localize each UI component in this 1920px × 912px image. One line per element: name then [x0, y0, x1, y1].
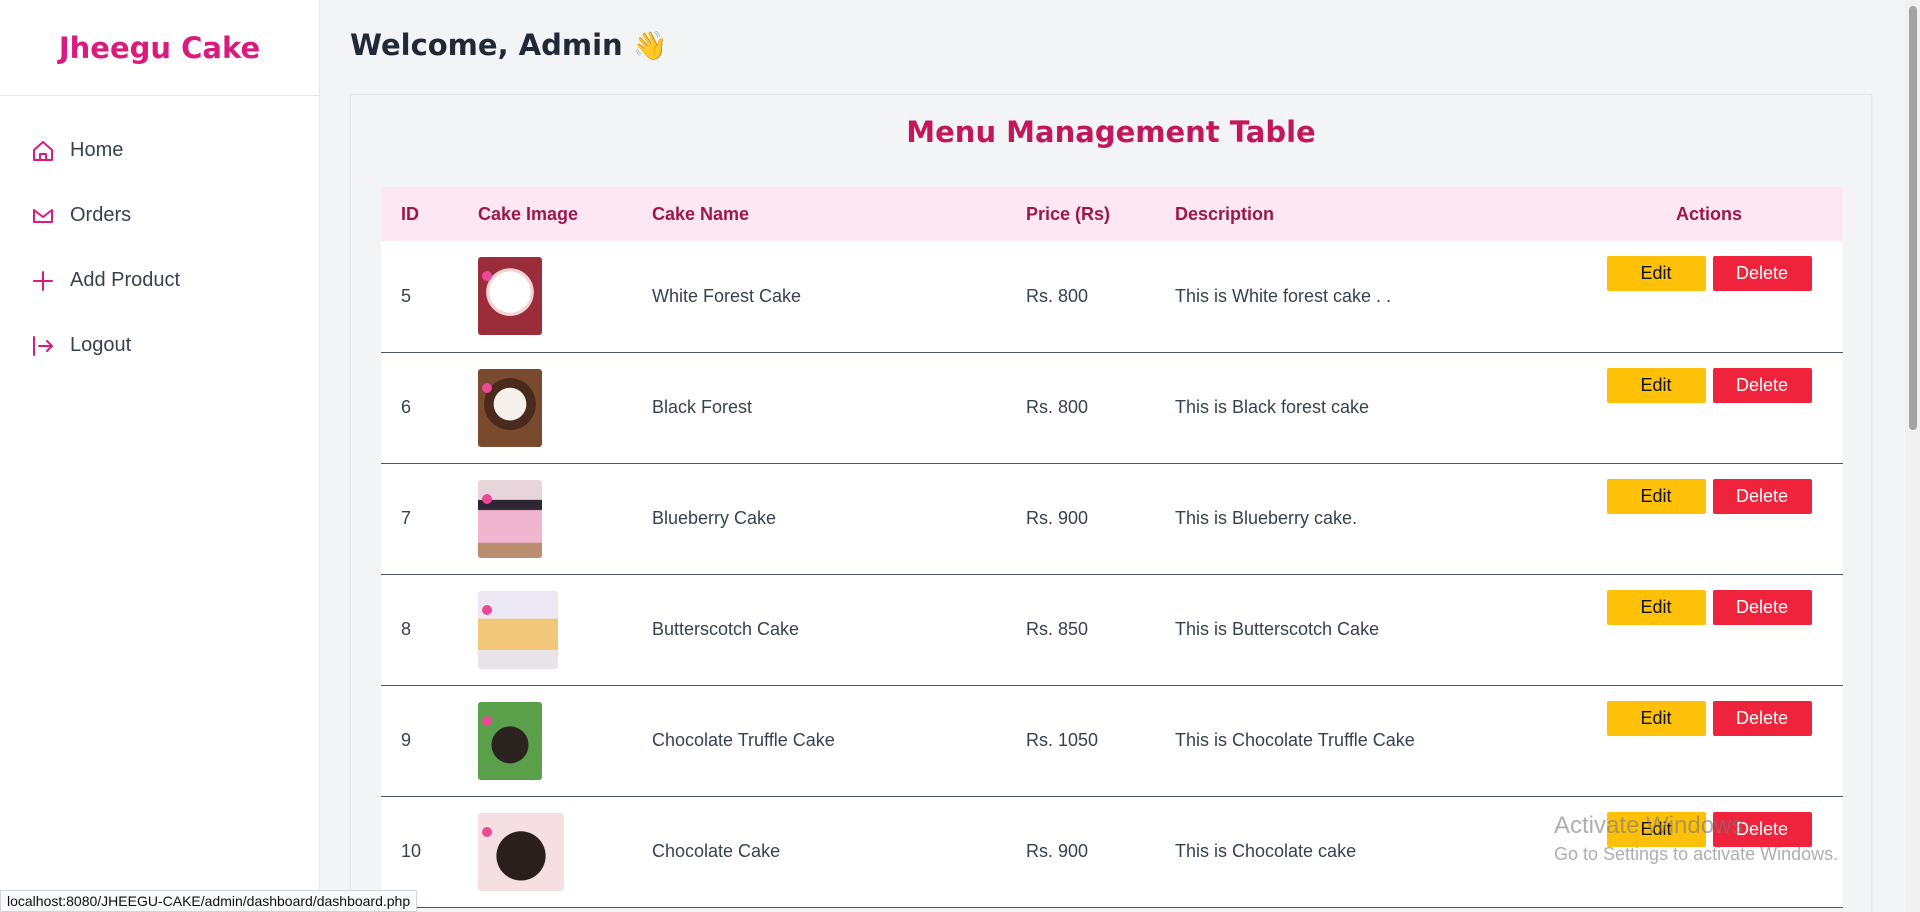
cell-id: 6	[401, 397, 412, 417]
table-header-row: ID Cake Image Cake Name Price (Rs) Descr…	[381, 187, 1843, 241]
orders-icon	[30, 203, 56, 229]
watermark-title: Activate Windows	[1554, 812, 1744, 839]
cell-description: This is White forest cake . .	[1175, 285, 1392, 306]
sidebar-item-label: Orders	[70, 204, 132, 226]
table-row: 5 White Forest Cake Rs. 800 This is Whit…	[381, 241, 1843, 352]
cell-name: White Forest Cake	[652, 285, 802, 306]
cell-description: This is Black forest cake	[1175, 397, 1370, 417]
cell-id: 9	[401, 730, 412, 750]
column-header-description: Description	[1175, 203, 1275, 224]
activate-windows-watermark: Activate Windows Go to Settings to activ…	[1554, 812, 1838, 865]
home-icon	[30, 138, 56, 164]
cell-price: Rs. 1050	[1026, 730, 1099, 750]
column-header-id: ID	[401, 203, 419, 224]
cell-id: 5	[401, 285, 412, 306]
edit-button[interactable]: Edit	[1606, 367, 1706, 403]
plus-icon	[30, 268, 56, 294]
vertical-scrollbar[interactable]	[1905, 0, 1920, 912]
cell-price: Rs. 850	[1026, 619, 1089, 639]
cake-image	[478, 368, 542, 447]
edit-button[interactable]: Edit	[1606, 256, 1706, 291]
table-row: 8 Butterscotch Cake Rs. 850 This is Butt…	[381, 574, 1843, 685]
cake-image	[478, 590, 558, 669]
delete-button[interactable]: Delete	[1712, 256, 1812, 291]
cell-description: This is Chocolate Truffle Cake	[1175, 730, 1415, 750]
sidebar-item-add-product[interactable]: Add Product	[0, 248, 319, 313]
welcome-text: Welcome, Admin	[350, 28, 623, 62]
edit-button[interactable]: Edit	[1606, 700, 1706, 736]
cake-image	[478, 812, 564, 891]
column-header-image: Cake Image	[478, 203, 579, 224]
scrollbar-thumb[interactable]	[1909, 6, 1917, 430]
edit-button[interactable]: Edit	[1606, 478, 1706, 514]
table-row: 7 Blueberry Cake Rs. 900 This is Blueber…	[381, 463, 1843, 574]
menu-table-card: Menu Management Table ID Cake Image Cake…	[350, 94, 1872, 912]
sidebar-item-label: Logout	[70, 334, 132, 356]
table-title: Menu Management Table	[906, 115, 1316, 149]
cell-price: Rs. 800	[1026, 397, 1089, 417]
delete-button[interactable]: Delete	[1712, 478, 1812, 514]
table-row: 6 Black Forest Rs. 800 This is Black for…	[381, 352, 1843, 463]
cell-description: This is Butterscotch Cake	[1175, 619, 1380, 639]
cell-id: 7	[401, 508, 412, 528]
sidebar-item-label: Add Product	[70, 269, 181, 291]
wave-emoji-icon: 👋	[632, 28, 668, 62]
cell-price: Rs. 900	[1026, 508, 1089, 528]
column-header-name: Cake Name	[652, 203, 750, 224]
column-header-actions: Actions	[1675, 203, 1742, 224]
column-header-price: Price (Rs)	[1026, 203, 1111, 224]
sidebar-nav: Home Orders Add Product Logout	[0, 96, 319, 378]
logout-icon	[30, 333, 56, 359]
delete-button[interactable]: Delete	[1712, 367, 1812, 403]
page-title: Welcome, Admin 👋	[350, 28, 668, 62]
delete-button[interactable]: Delete	[1712, 589, 1812, 625]
cell-price: Rs. 900	[1026, 841, 1089, 861]
cell-name: Chocolate Cake	[652, 841, 781, 861]
cell-name: Black Forest	[652, 397, 753, 417]
edit-button[interactable]: Edit	[1606, 589, 1706, 625]
sidebar: Jheegu Cake Home Orders Add Product Logo…	[0, 0, 320, 912]
delete-button[interactable]: Delete	[1712, 700, 1812, 736]
main-content: Welcome, Admin 👋 Menu Management Table I…	[321, 0, 1905, 912]
brand-logo-text[interactable]: Jheegu Cake	[59, 31, 260, 65]
cake-image	[478, 701, 542, 780]
sidebar-item-home[interactable]: Home	[0, 118, 319, 183]
menu-table: ID Cake Image Cake Name Price (Rs) Descr…	[381, 187, 1843, 908]
cell-description: This is Chocolate cake	[1175, 841, 1357, 861]
sidebar-item-logout[interactable]: Logout	[0, 313, 319, 378]
cell-name: Chocolate Truffle Cake	[652, 730, 835, 750]
cell-id: 8	[401, 619, 412, 639]
cell-name: Butterscotch Cake	[652, 619, 800, 639]
brand: Jheegu Cake	[0, 0, 319, 96]
watermark-subtitle: Go to Settings to activate Windows.	[1554, 844, 1839, 864]
sidebar-item-label: Home	[70, 139, 124, 161]
cell-name: Blueberry Cake	[652, 508, 777, 528]
table-row: 9 Chocolate Truffle Cake Rs. 1050 This i…	[381, 685, 1843, 796]
cake-image	[478, 257, 542, 336]
status-bar-url: localhost:8080/JHEEGU-CAKE/admin/dashboa…	[0, 890, 418, 912]
sidebar-item-orders[interactable]: Orders	[0, 183, 319, 248]
cake-image	[478, 479, 542, 558]
cell-price: Rs. 800	[1026, 285, 1089, 306]
cell-description: This is Blueberry cake.	[1175, 508, 1358, 528]
